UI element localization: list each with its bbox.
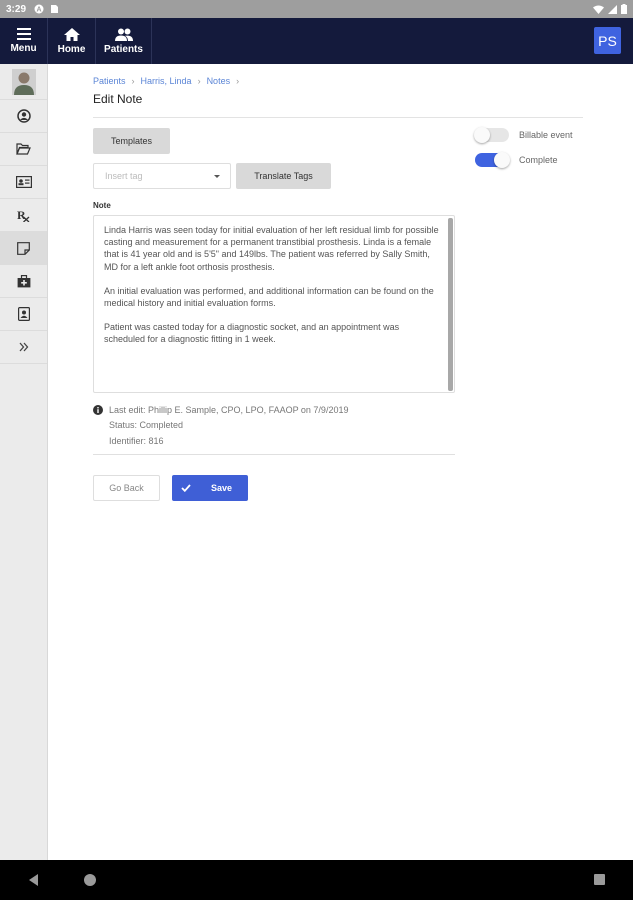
home-icon bbox=[63, 27, 80, 41]
breadcrumb-separator: › bbox=[236, 76, 240, 86]
billable-event-toggle[interactable] bbox=[474, 127, 509, 143]
insert-tag-select[interactable]: Insert tag bbox=[93, 163, 231, 189]
note-scrollbar[interactable] bbox=[448, 218, 453, 391]
sidebar-item-profile[interactable] bbox=[0, 100, 47, 133]
breadcrumb: Patients › Harris, Linda › Notes › bbox=[93, 76, 239, 86]
toggle-knob bbox=[474, 127, 490, 143]
battery-icon bbox=[621, 4, 627, 14]
top-navigation: Menu Home Patients PS bbox=[0, 18, 633, 64]
billable-event-label: Billable event bbox=[519, 130, 573, 140]
main-content: Patients › Harris, Linda › Notes › Edit … bbox=[48, 64, 633, 860]
last-edit-text: Last edit: Phillip E. Sample, CPO, LPO, … bbox=[109, 404, 349, 415]
breadcrumb-patient-name[interactable]: Harris, Linda bbox=[141, 76, 192, 86]
note-label: Note bbox=[93, 201, 111, 210]
sidebar-item-files[interactable] bbox=[0, 133, 47, 166]
caret-down-icon bbox=[214, 175, 220, 178]
sidebar: R bbox=[0, 64, 48, 860]
breadcrumb-patients[interactable]: Patients bbox=[93, 76, 126, 86]
home-button[interactable]: Home bbox=[48, 18, 96, 64]
translate-tags-button[interactable]: Translate Tags bbox=[236, 163, 331, 189]
sidebar-item-contacts[interactable] bbox=[0, 298, 47, 331]
check-icon bbox=[181, 484, 191, 492]
patients-label: Patients bbox=[104, 43, 143, 55]
note-paragraph: An initial evaluation was performed, and… bbox=[104, 285, 434, 309]
svg-text:R: R bbox=[17, 208, 26, 222]
patient-avatar-icon bbox=[11, 68, 36, 95]
user-avatar-button[interactable]: PS bbox=[594, 27, 621, 54]
note-metadata: Last edit: Phillip E. Sample, CPO, LPO, … bbox=[93, 402, 348, 449]
home-label: Home bbox=[57, 43, 86, 55]
wifi-icon bbox=[593, 5, 604, 14]
menu-button[interactable]: Menu bbox=[0, 18, 48, 64]
sidebar-expand[interactable] bbox=[0, 331, 47, 364]
note-paragraph: Linda Harris was seen today for initial … bbox=[104, 225, 439, 272]
divider bbox=[93, 454, 455, 455]
sticky-note-icon bbox=[17, 241, 30, 255]
note-textarea[interactable]: Linda Harris was seen today for initial … bbox=[93, 215, 455, 393]
templates-button[interactable]: Templates bbox=[93, 128, 170, 154]
save-button[interactable]: Save bbox=[172, 475, 248, 501]
insert-tag-placeholder: Insert tag bbox=[105, 171, 143, 181]
page-title: Edit Note bbox=[93, 92, 143, 106]
double-chevron-right-icon bbox=[19, 342, 28, 352]
menu-label: Menu bbox=[10, 43, 37, 54]
id-card-icon bbox=[15, 176, 32, 188]
patients-icon bbox=[114, 28, 133, 41]
complete-label: Complete bbox=[519, 155, 558, 165]
svg-text:A: A bbox=[36, 7, 41, 14]
home-circle-icon[interactable] bbox=[84, 874, 96, 886]
sidebar-item-id-card[interactable] bbox=[0, 166, 47, 199]
breadcrumb-notes[interactable]: Notes bbox=[207, 76, 231, 86]
app-notification-icon: A bbox=[34, 4, 44, 14]
identifier-text: Identifier: 816 bbox=[109, 435, 164, 446]
sidebar-item-prescriptions[interactable]: R bbox=[0, 199, 47, 232]
prescription-icon: R bbox=[17, 208, 30, 222]
sd-card-icon bbox=[51, 5, 59, 13]
patients-button[interactable]: Patients bbox=[96, 18, 152, 64]
medical-kit-icon bbox=[17, 274, 30, 287]
hamburger-icon bbox=[16, 28, 31, 40]
sidebar-item-notes[interactable] bbox=[0, 232, 47, 265]
divider bbox=[93, 117, 583, 118]
note-paragraph: Patient was casted today for a diagnosti… bbox=[104, 322, 400, 345]
back-icon[interactable] bbox=[29, 874, 39, 886]
breadcrumb-separator: › bbox=[131, 76, 135, 86]
go-back-button[interactable]: Go Back bbox=[93, 475, 160, 501]
user-circle-icon bbox=[16, 109, 31, 123]
billable-event-toggle-row: Billable event bbox=[474, 127, 573, 143]
folder-open-icon bbox=[16, 143, 31, 155]
contact-book-icon bbox=[17, 307, 30, 321]
complete-toggle-row: Complete bbox=[475, 152, 558, 168]
signal-icon bbox=[608, 4, 617, 14]
complete-toggle[interactable] bbox=[475, 152, 510, 168]
toggle-knob bbox=[494, 152, 510, 168]
system-navigation-bar bbox=[0, 860, 633, 900]
sidebar-item-medical[interactable] bbox=[0, 265, 47, 298]
breadcrumb-separator: › bbox=[197, 76, 201, 86]
status-time: 3:29 bbox=[6, 3, 27, 15]
status-text: Status: Completed bbox=[109, 420, 184, 431]
save-label: Save bbox=[211, 483, 233, 493]
recents-icon[interactable] bbox=[594, 874, 605, 885]
patient-photo[interactable] bbox=[0, 64, 47, 100]
status-bar: 3:29 A bbox=[0, 0, 633, 18]
info-icon bbox=[93, 404, 103, 415]
